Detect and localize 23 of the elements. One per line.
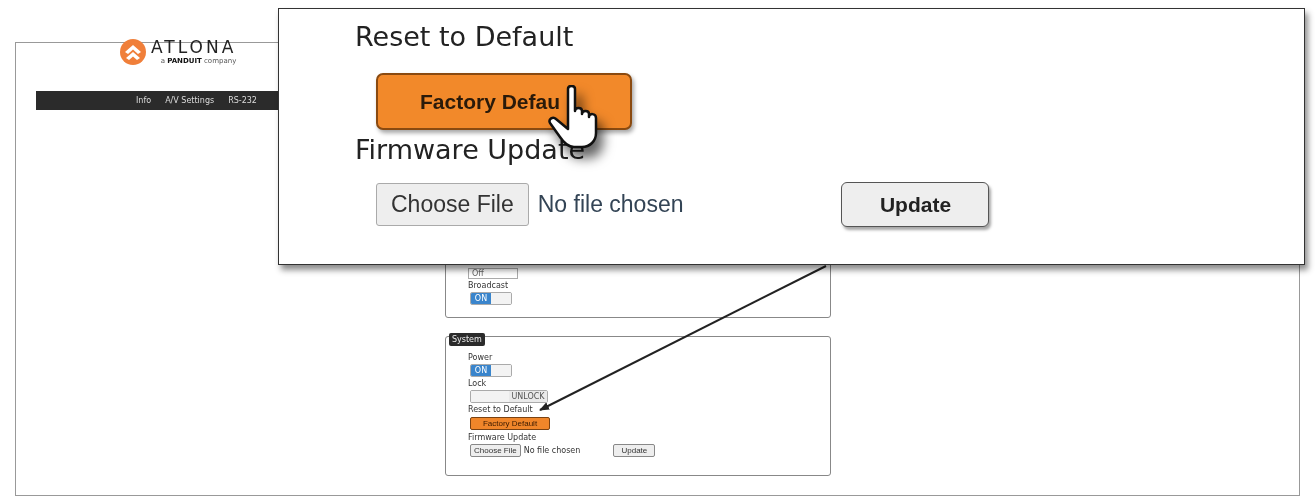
logo-name: ATLONA xyxy=(151,37,237,57)
section-heading: Reset to Default xyxy=(355,20,574,54)
select-field[interactable]: Off xyxy=(468,268,518,279)
field-label: Broadcast xyxy=(468,281,509,290)
field-label: Reset to Default xyxy=(468,405,533,414)
toggle-switch[interactable]: ON xyxy=(470,364,512,377)
file-status: No file chosen xyxy=(523,446,581,455)
choose-file-button[interactable]: Choose File xyxy=(470,444,521,457)
nav-link[interactable]: Info xyxy=(136,96,152,105)
field-label: Power xyxy=(468,353,493,362)
nav-link[interactable]: A/V Settings xyxy=(165,96,215,105)
factory-default-button[interactable]: Factory Default xyxy=(470,417,550,430)
nav-link[interactable]: RS-232 xyxy=(228,96,257,105)
field-label: Lock xyxy=(468,379,487,388)
toggle-switch[interactable]: UNLOCK xyxy=(470,390,548,403)
toggle-switch[interactable]: ON xyxy=(470,292,512,305)
file-status: No file chosen xyxy=(537,191,684,218)
panel-title: System xyxy=(449,333,485,346)
choose-file-button[interactable]: Choose File xyxy=(376,183,529,226)
update-button[interactable]: Update xyxy=(841,182,990,227)
field-label: Firmware Update xyxy=(468,433,537,442)
update-button[interactable]: Update xyxy=(613,444,656,457)
logo-icon xyxy=(119,37,147,66)
